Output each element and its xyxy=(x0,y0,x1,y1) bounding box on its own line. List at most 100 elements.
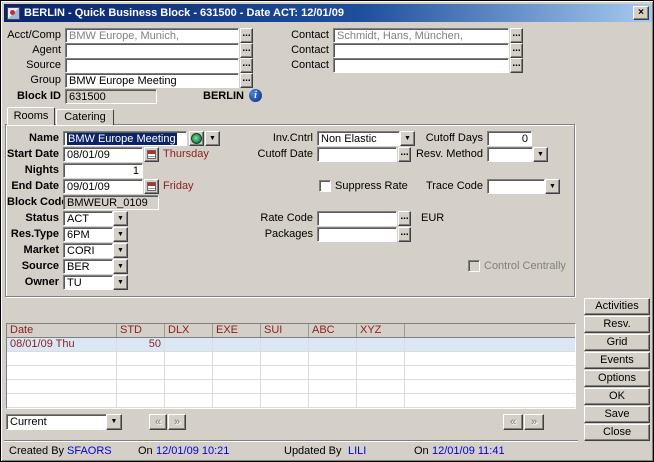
options-button[interactable]: Options xyxy=(584,370,650,387)
resv-method-field[interactable] xyxy=(487,147,533,162)
name-label: Name xyxy=(7,131,59,146)
source2-field[interactable]: BER xyxy=(63,259,113,274)
contact1-lookup-button[interactable]: ... xyxy=(510,28,523,43)
group-field[interactable]: BMW Europe Meeting xyxy=(65,73,239,88)
calendar-icon xyxy=(147,182,156,191)
inv-cntrl-dropdown-button[interactable]: ▼ xyxy=(400,131,415,146)
name-globe-button[interactable] xyxy=(189,131,204,146)
inv-cntrl-field[interactable]: Non Elastic xyxy=(317,131,400,146)
contact3-lookup-button[interactable]: ... xyxy=(510,58,523,73)
grid-button[interactable]: Grid xyxy=(584,334,650,351)
updated-on-label: On xyxy=(414,445,429,458)
source2-label: Source xyxy=(7,259,59,274)
start-date-weekday: Thursday xyxy=(163,147,223,162)
cutoff-days-label: Cutoff Days xyxy=(421,131,483,146)
ok-button[interactable]: OK xyxy=(584,388,650,405)
close-icon[interactable]: × xyxy=(633,6,649,20)
grid-cell-dlx[interactable] xyxy=(165,338,213,351)
packages-field[interactable] xyxy=(317,227,397,242)
updated-by-label: Updated By xyxy=(284,445,341,458)
grid-row-empty xyxy=(7,380,575,394)
close-button[interactable]: Close xyxy=(584,424,650,441)
packages-lookup-button[interactable]: ... xyxy=(398,227,411,242)
start-date-calendar-button[interactable] xyxy=(144,147,159,162)
start-date-field[interactable]: 08/01/09 xyxy=(63,147,143,162)
group-lookup-button[interactable]: ... xyxy=(240,73,253,88)
cutoff-date-label: Cutoff Date xyxy=(245,147,313,162)
grid-col-sui: SUI xyxy=(261,324,309,337)
room-grid[interactable]: Date STD DLX EXE SUI ABC XYZ 08/01/09 Th… xyxy=(6,323,576,409)
resv-button[interactable]: Resv. xyxy=(584,316,650,333)
agent-lookup-button[interactable]: ... xyxy=(240,43,253,58)
grid-cell-sui[interactable] xyxy=(261,338,309,351)
created-on-label: On xyxy=(138,445,153,458)
title-bar[interactable]: BERLIN - Quick Business Block - 631500 -… xyxy=(4,4,652,22)
nights-field[interactable]: 1 xyxy=(63,163,143,178)
grid-cell-std[interactable]: 50 xyxy=(117,338,165,351)
contact2-field[interactable] xyxy=(333,43,509,58)
grid-cell-date[interactable]: 08/01/09 Thu xyxy=(7,338,117,351)
control-centrally-label: Control Centrally xyxy=(484,259,574,274)
contact3-field[interactable] xyxy=(333,58,509,73)
block-id-label: Block ID xyxy=(7,89,61,104)
tab-rooms[interactable]: Rooms xyxy=(7,107,55,125)
market-field[interactable]: CORI xyxy=(63,243,113,258)
owner-dropdown-button[interactable]: ▼ xyxy=(113,275,128,290)
app-icon xyxy=(7,7,20,20)
grid-view-dropdown-button[interactable]: ▼ xyxy=(106,414,122,430)
acct-comp-label: Acct/Comp xyxy=(7,28,61,43)
group-label: Group xyxy=(7,73,61,88)
name-field-value: BMW Europe Meeting xyxy=(67,133,177,145)
info-icon[interactable]: i xyxy=(249,89,262,102)
trace-code-field[interactable] xyxy=(487,179,545,194)
grid-cell-exe[interactable] xyxy=(213,338,261,351)
market-dropdown-button[interactable]: ▼ xyxy=(113,243,128,258)
status-field[interactable]: ACT xyxy=(63,211,113,226)
grid-row-empty xyxy=(7,366,575,380)
save-button[interactable]: Save xyxy=(584,406,650,423)
cutoff-date-field[interactable] xyxy=(317,147,397,162)
contact3-label: Contact xyxy=(281,58,329,73)
name-field[interactable]: BMW Europe Meeting xyxy=(63,131,187,146)
grid-header-row: Date STD DLX EXE SUI ABC XYZ xyxy=(7,324,575,338)
rate-code-field[interactable] xyxy=(317,211,397,226)
res-type-field[interactable]: 6PM xyxy=(63,227,113,242)
resv-method-dropdown-button[interactable]: ▼ xyxy=(533,147,548,162)
start-date-label: Start Date xyxy=(7,147,59,162)
block-code-field: BMWEUR_0109 xyxy=(63,195,159,210)
suppress-rate-checkbox[interactable] xyxy=(319,180,331,192)
nights-label: Nights xyxy=(7,163,59,178)
tab-catering[interactable]: Catering xyxy=(56,109,114,125)
market-label: Market xyxy=(7,243,59,258)
owner-field[interactable]: TU xyxy=(63,275,113,290)
end-date-calendar-button[interactable] xyxy=(144,179,159,194)
grid-page-left-button: « xyxy=(503,414,523,430)
res-type-dropdown-button[interactable]: ▼ xyxy=(113,227,128,242)
trace-code-dropdown-button[interactable]: ▼ xyxy=(545,179,560,194)
agent-field[interactable] xyxy=(65,43,239,58)
activities-button[interactable]: Activities xyxy=(584,298,650,315)
events-button[interactable]: Events xyxy=(584,352,650,369)
agent-label: Agent xyxy=(7,43,61,58)
grid-row-1[interactable]: 08/01/09 Thu 50 xyxy=(7,338,575,352)
grid-cell-abc[interactable] xyxy=(309,338,357,351)
source-field[interactable] xyxy=(65,58,239,73)
window-title: BERLIN - Quick Business Block - 631500 -… xyxy=(24,7,629,19)
status-dropdown-button[interactable]: ▼ xyxy=(113,211,128,226)
name-dropdown-button[interactable]: ▼ xyxy=(205,131,220,146)
contact1-field[interactable]: Schmidt, Hans, München, xyxy=(333,28,509,43)
contact2-lookup-button[interactable]: ... xyxy=(510,43,523,58)
globe-icon xyxy=(191,133,202,144)
grid-view-select[interactable]: Current xyxy=(6,414,107,430)
source-lookup-button[interactable]: ... xyxy=(240,58,253,73)
rate-code-lookup-button[interactable]: ... xyxy=(398,211,411,226)
grid-cell-xyz[interactable] xyxy=(357,338,405,351)
acct-comp-field[interactable]: BMW Europe, Munich, xyxy=(65,28,239,43)
cutoff-days-field[interactable]: 0 xyxy=(487,131,532,146)
grid-row-empty xyxy=(7,352,575,366)
owner-label: Owner xyxy=(7,275,59,290)
end-date-field[interactable]: 09/01/09 xyxy=(63,179,143,194)
acct-comp-lookup-button[interactable]: ... xyxy=(240,28,253,43)
grid-col-std: STD xyxy=(117,324,165,337)
source2-dropdown-button[interactable]: ▼ xyxy=(113,259,128,274)
